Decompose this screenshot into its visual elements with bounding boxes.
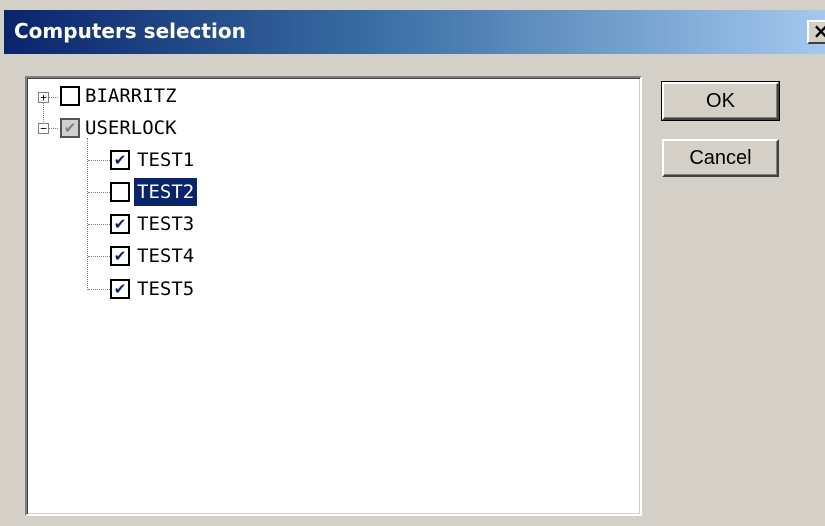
tree-node-label: BIARRITZ — [85, 85, 177, 107]
test4-checkbox[interactable]: ✔ — [110, 246, 130, 266]
computers-tree[interactable]: + BIARRITZ − ✔ USERLOCK ✔ TEST1 TEST2 ✔ … — [25, 76, 642, 516]
tree-line-test2 — [88, 192, 110, 193]
test5-checkbox[interactable]: ✔ — [110, 279, 130, 299]
tree-node-label: USERLOCK — [85, 117, 177, 139]
tree-line-userlock — [48, 128, 58, 129]
biarritz-checkbox[interactable] — [60, 86, 80, 106]
title-bar: Computers selection — [4, 10, 825, 54]
tree-line-test3 — [88, 224, 110, 225]
expand-icon[interactable]: + — [38, 92, 49, 103]
tree-line-test1 — [88, 160, 110, 161]
close-button[interactable]: × — [807, 20, 825, 44]
userlock-checkbox[interactable]: ✔ — [60, 118, 80, 138]
tree-node-label: TEST3 — [137, 213, 195, 235]
dialog-title: Computers selection — [14, 19, 246, 43]
test1-checkbox[interactable]: ✔ — [110, 150, 130, 170]
computers-selection-dialog: Computers selection × + BIARRITZ − ✔ USE… — [0, 0, 825, 526]
tree-node-label: TEST5 — [137, 278, 195, 300]
tree-node-label: TEST2 — [134, 178, 198, 206]
tree-line-test4 — [88, 256, 110, 257]
test3-checkbox[interactable]: ✔ — [110, 214, 130, 234]
test2-checkbox[interactable] — [110, 182, 130, 202]
tree-node-label: TEST4 — [137, 245, 195, 267]
tree-node-label: TEST1 — [137, 149, 195, 171]
collapse-icon[interactable]: − — [38, 123, 49, 134]
ok-button[interactable]: OK — [661, 81, 780, 121]
cancel-button[interactable]: Cancel — [662, 139, 779, 177]
tree-line-test5 — [88, 289, 110, 290]
close-icon: × — [812, 19, 825, 43]
tree-line-biarritz — [48, 97, 58, 98]
